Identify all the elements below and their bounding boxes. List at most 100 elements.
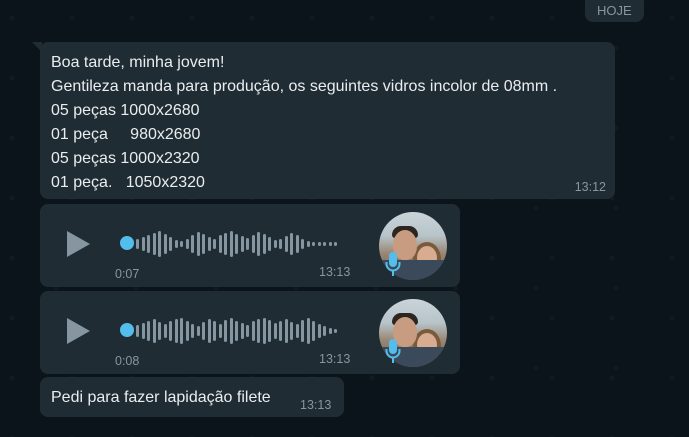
- date-chip: HOJE: [585, 0, 644, 22]
- waveform-bar: [334, 242, 337, 246]
- waveform-bar: [196, 326, 200, 336]
- microphone-icon: [385, 251, 401, 277]
- play-icon[interactable]: [67, 318, 90, 344]
- waveform-bar: [262, 318, 266, 344]
- waveform-bar: [334, 329, 337, 333]
- play-icon[interactable]: [67, 231, 90, 257]
- waveform-bar: [312, 321, 315, 341]
- waveform-bar: [147, 321, 150, 341]
- waveform-bar: [268, 237, 271, 251]
- message-line: 05 peças 1000x2320: [51, 150, 200, 167]
- waveform-bar: [202, 322, 205, 340]
- waveform-bar: [158, 231, 161, 257]
- waveform-bar: [306, 318, 310, 344]
- waveform-bar: [257, 319, 260, 343]
- waveform-bar: [191, 235, 194, 253]
- waveform-bar: [290, 233, 293, 255]
- audio-waveform[interactable]: [136, 228, 346, 260]
- waveform-bar: [301, 320, 304, 342]
- waveform-bar: [317, 324, 321, 338]
- waveform-bar: [207, 319, 211, 343]
- waveform-bar: [147, 235, 150, 253]
- waveform-bar: [152, 319, 156, 343]
- waveform-bar: [246, 238, 249, 250]
- waveform-bar: [273, 240, 277, 248]
- waveform-bar: [163, 324, 167, 338]
- waveform-bar: [235, 234, 238, 254]
- microphone-icon: [385, 338, 401, 364]
- waveform-bar: [312, 242, 315, 246]
- waveform-bar: [174, 319, 178, 343]
- waveform-bar: [262, 234, 266, 254]
- voice-duration: 0:07: [115, 267, 140, 281]
- waveform-bar: [218, 324, 222, 338]
- waveform-bar: [229, 231, 233, 257]
- waveform-bar: [251, 235, 255, 253]
- message-time: 13:13: [319, 265, 351, 279]
- waveform-bar: [273, 323, 277, 339]
- waveform-bar: [136, 239, 139, 249]
- waveform-bar: [152, 233, 156, 255]
- waveform-bar: [257, 232, 260, 256]
- waveform-bar: [224, 320, 227, 342]
- message-line: 05 peças 1000x2680: [51, 102, 200, 119]
- voice-message[interactable]: 0:07 13:13: [40, 204, 460, 287]
- waveform-bar: [279, 239, 282, 249]
- waveform-bar: [185, 239, 189, 249]
- waveform-bar: [284, 319, 288, 343]
- waveform-bar: [290, 322, 293, 340]
- message-line: 01 peça. 1050x2320: [51, 174, 205, 191]
- waveform-bar: [279, 321, 282, 341]
- waveform-bar: [202, 234, 205, 254]
- waveform-bar: [163, 234, 167, 254]
- waveform-bar: [295, 235, 299, 253]
- message-time: 13:13: [319, 352, 351, 366]
- waveform-bar: [235, 321, 238, 341]
- message-line: Gentileza manda para produção, os seguin…: [51, 78, 558, 95]
- message-bubble-note[interactable]: Pedi para fazer lapidação filete 13:13: [40, 377, 344, 417]
- bubble-tail: [32, 42, 42, 52]
- waveform-bar: [191, 324, 194, 338]
- playback-scrubber[interactable]: [120, 236, 134, 250]
- audio-waveform[interactable]: [136, 315, 346, 347]
- message-bubble-order[interactable]: Boa tarde, minha jovem! Gentileza manda …: [32, 42, 615, 199]
- waveform-bar: [323, 242, 326, 246]
- waveform-bar: [141, 323, 145, 339]
- waveform-bar: [328, 242, 332, 246]
- waveform-bar: [169, 237, 172, 251]
- waveform-bar: [251, 321, 255, 341]
- waveform-bar: [328, 328, 332, 334]
- message-line: Boa tarde, minha jovem!: [51, 54, 225, 71]
- waveform-bar: [284, 236, 288, 252]
- message-time: 13:13: [300, 398, 332, 412]
- waveform-bar: [301, 239, 304, 249]
- waveform-bar: [240, 236, 244, 252]
- waveform-bar: [218, 235, 222, 253]
- waveform-bar: [229, 318, 233, 344]
- message-time: 13:12: [574, 180, 606, 194]
- waveform-bar: [141, 237, 145, 251]
- waveform-bar: [136, 325, 139, 337]
- waveform-bar: [174, 240, 178, 248]
- waveform-bar: [323, 326, 326, 336]
- message-line: 01 peça 980x2680: [51, 126, 201, 143]
- waveform-bar: [295, 324, 299, 338]
- waveform-bar: [268, 320, 271, 342]
- waveform-bar: [213, 239, 216, 249]
- waveform-bar: [180, 241, 183, 247]
- waveform-bar: [169, 321, 172, 341]
- voice-message[interactable]: 0:08 13:13: [40, 291, 460, 374]
- waveform-bar: [196, 232, 200, 256]
- waveform-bar: [317, 242, 321, 246]
- playback-scrubber[interactable]: [120, 323, 134, 337]
- voice-duration: 0:08: [115, 354, 140, 368]
- waveform-bar: [180, 318, 183, 344]
- waveform-bar: [207, 237, 211, 251]
- waveform-bar: [224, 233, 227, 255]
- waveform-bar: [306, 241, 310, 247]
- waveform-bar: [246, 325, 249, 337]
- waveform-bar: [158, 322, 161, 340]
- waveform-bar: [240, 323, 244, 339]
- waveform-bar: [213, 321, 216, 341]
- waveform-bar: [185, 321, 189, 341]
